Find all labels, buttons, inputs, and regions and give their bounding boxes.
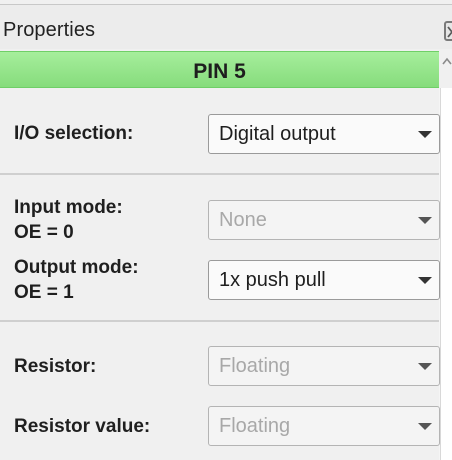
resistor-value-label: Resistor value: [14, 416, 151, 437]
io-selection-dropdown[interactable]: Digital output [208, 114, 440, 154]
close-icon [447, 26, 452, 38]
chevron-down-icon [418, 277, 432, 284]
resistor-label: Resistor: [14, 356, 97, 377]
close-button[interactable] [444, 21, 452, 41]
output-mode-label: Output mode: [14, 257, 139, 278]
section-divider [0, 320, 439, 322]
output-mode-dropdown[interactable]: 1x push pull [208, 260, 440, 300]
section-divider [0, 173, 439, 175]
chevron-down-icon [418, 131, 432, 138]
pin-label: PIN 5 [193, 60, 246, 83]
resistor-value-dropdown[interactable]: Floating [208, 406, 440, 446]
input-mode-dropdown[interactable]: None [208, 200, 440, 240]
input-mode-oe-label: OE = 0 [14, 222, 74, 243]
pin-header: PIN 5 [0, 51, 439, 88]
chevron-down-icon [418, 423, 432, 430]
chevron-down-icon [418, 217, 432, 224]
resistor-dropdown[interactable]: Floating [208, 346, 440, 386]
io-selection-label: I/O selection: [14, 123, 134, 144]
input-mode-label: Input mode: [14, 197, 123, 218]
scrollbar-thumb[interactable] [440, 88, 452, 460]
output-mode-value: 1x push pull [219, 269, 326, 291]
panel-title: Properties [3, 19, 96, 41]
output-mode-oe-label: OE = 1 [14, 282, 74, 303]
resistor-value: Floating [219, 355, 291, 377]
resistor-value-value: Floating [219, 415, 291, 437]
io-selection-value: Digital output [219, 123, 336, 145]
properties-panel: Properties PIN 5 I/O selection: Digital … [0, 0, 452, 460]
chevron-down-icon [418, 363, 432, 370]
panel-titlebar: Properties [0, 5, 452, 49]
scroll-up-icon[interactable] [442, 57, 452, 65]
input-mode-value: None [219, 209, 267, 231]
